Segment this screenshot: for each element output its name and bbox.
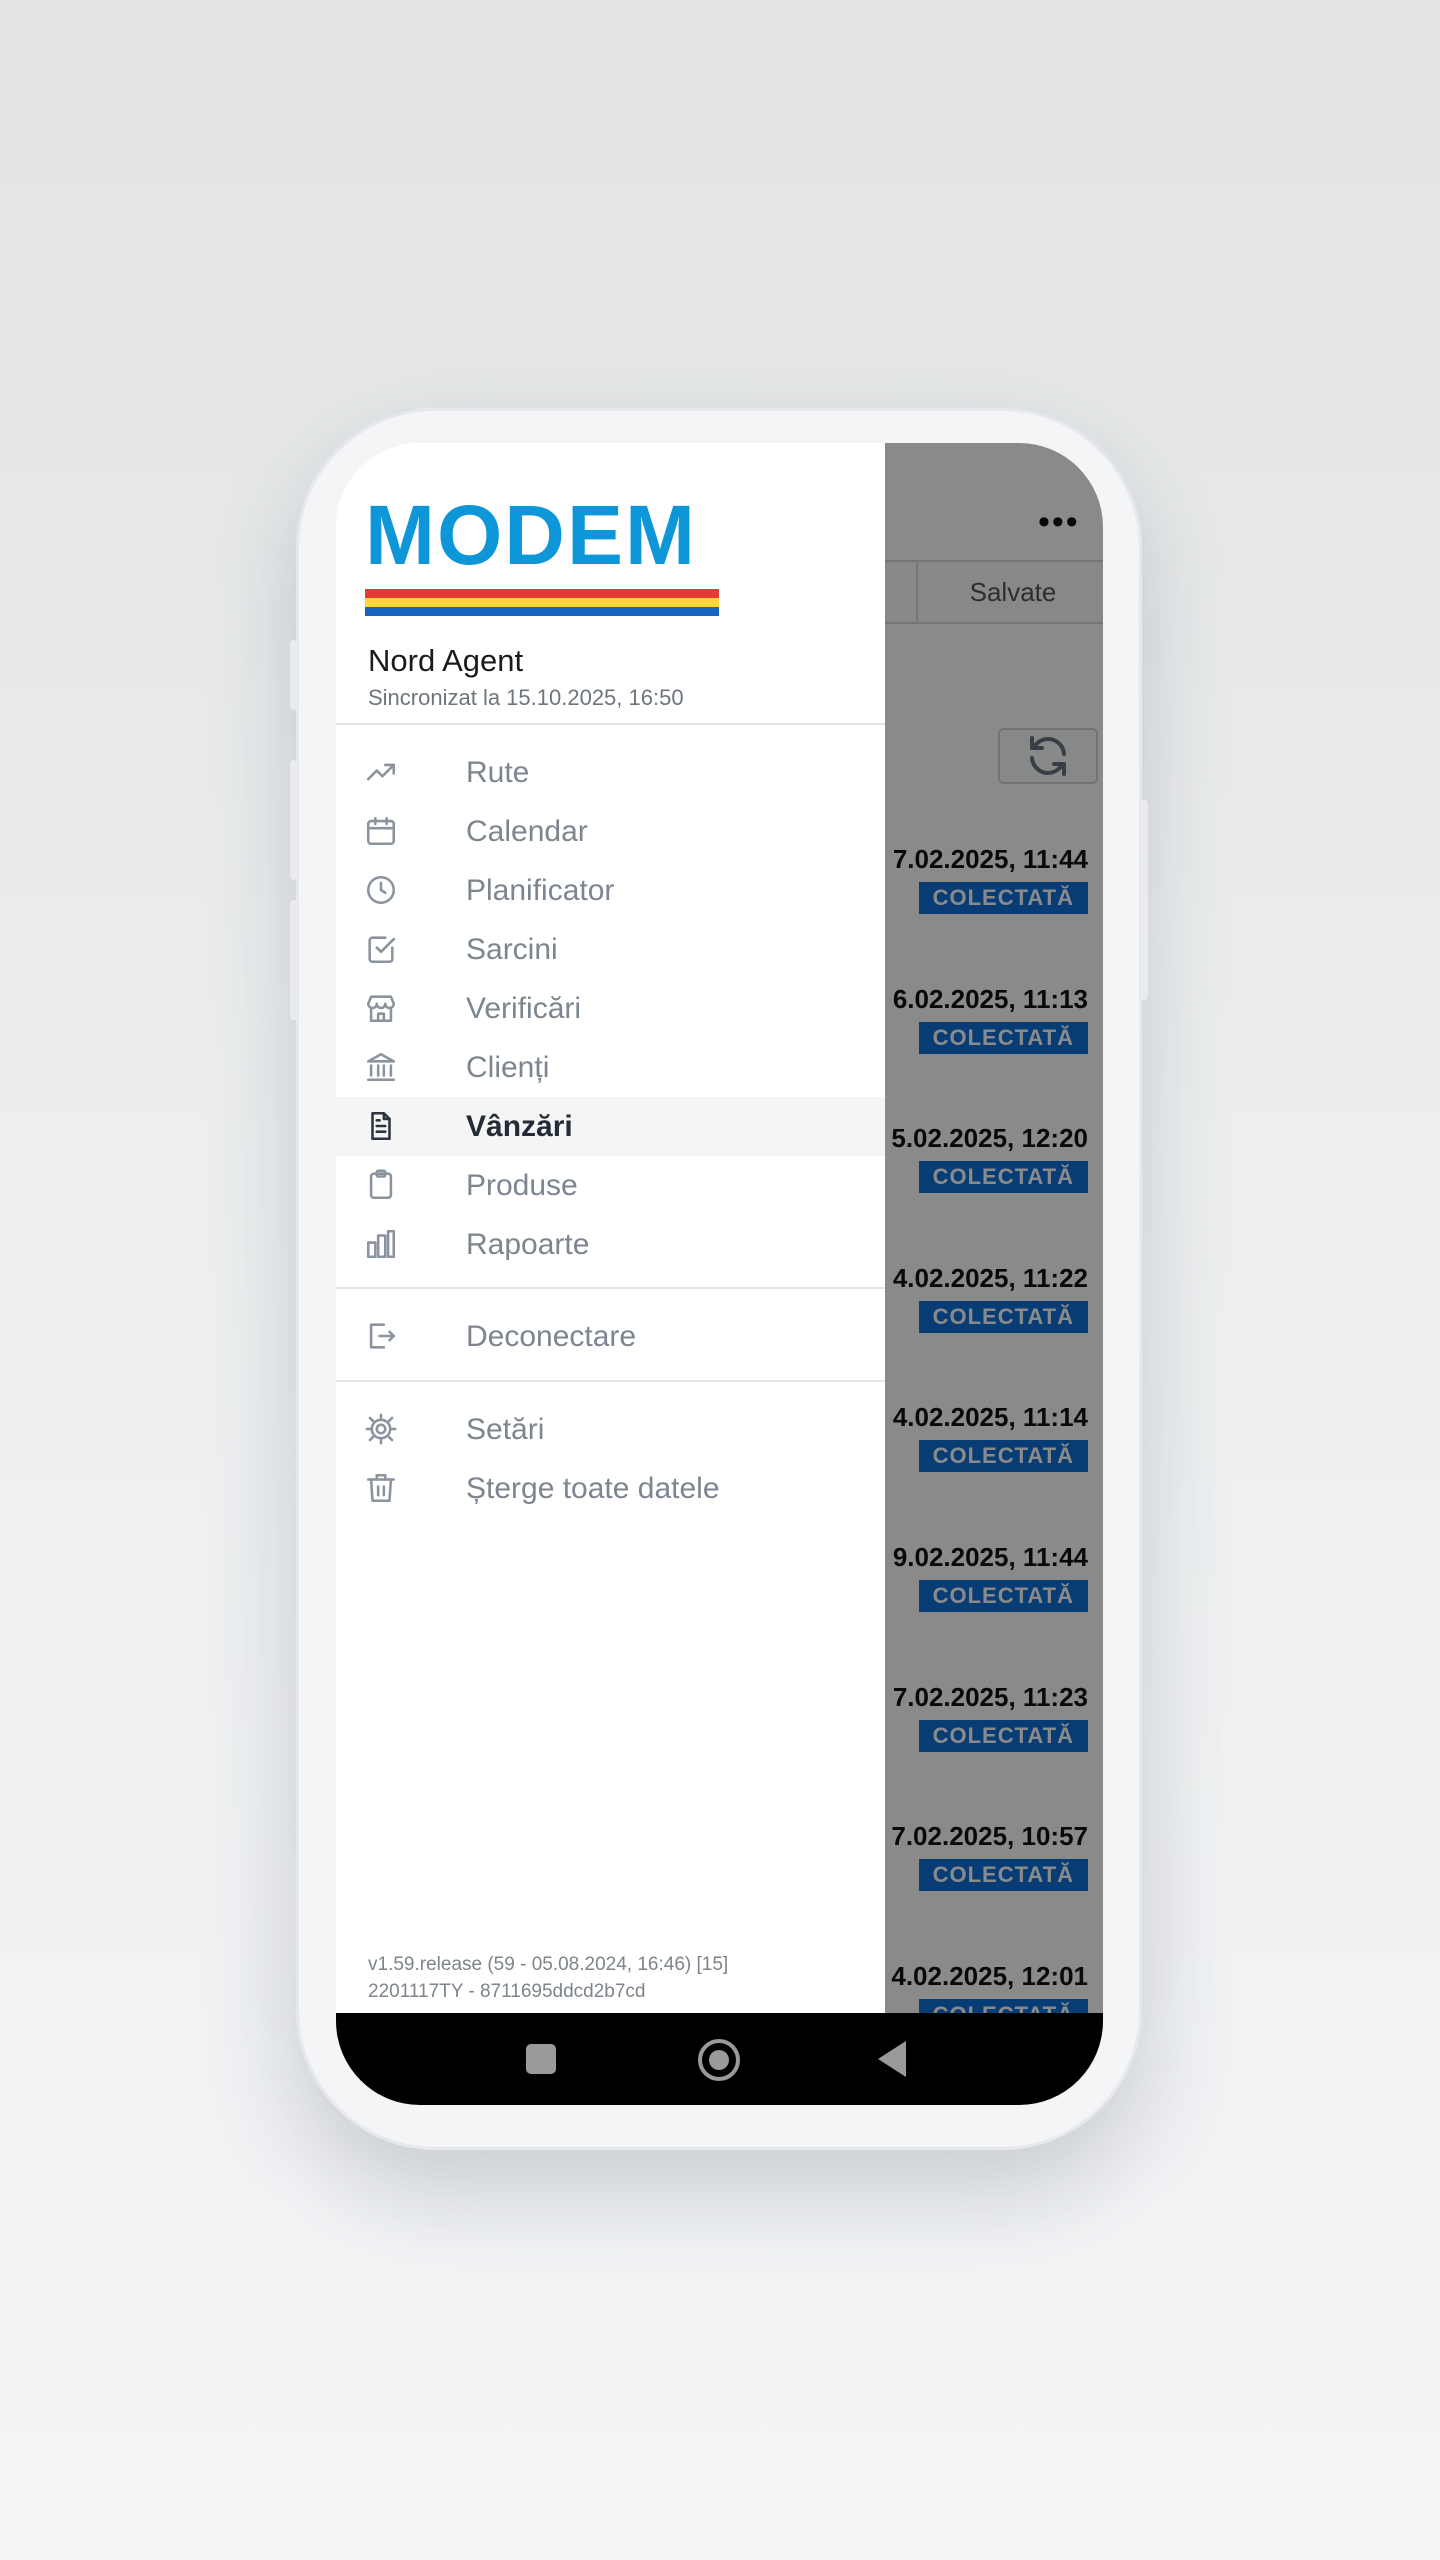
menu-label: Deconectare <box>466 1319 637 1353</box>
menu-label: Rute <box>466 755 530 789</box>
menu-label: Sarcini <box>466 932 558 966</box>
menu-item-setari[interactable]: Setări <box>336 1400 885 1459</box>
phone-screen: ••• Salvate 7.02.2025, 11:44 COLECTATĂ 6.0… <box>336 443 1103 2105</box>
clock-icon <box>366 875 396 905</box>
document-icon <box>371 1111 391 1141</box>
menu-item-produse[interactable]: Produse <box>336 1156 885 1215</box>
user-name: Nord Agent <box>368 643 524 678</box>
drawer-scrim[interactable] <box>885 443 1103 2013</box>
version-info: v1.59.release (59 - 05.08.2024, 16:46) [… <box>368 1951 728 2005</box>
menu-item-calendar[interactable]: Calendar <box>336 802 885 861</box>
menu-label: Setări <box>466 1412 545 1446</box>
clipboard-icon <box>369 1169 393 1200</box>
android-nav-bar <box>336 2013 1103 2105</box>
menu-label: Vânzări <box>466 1109 573 1143</box>
menu-item-sterge-toate-datele[interactable]: Șterge toate datele <box>336 1459 885 1518</box>
phone-side-button <box>290 900 298 1020</box>
menu-label: Produse <box>466 1168 578 1202</box>
phone-side-button <box>290 760 298 880</box>
divider <box>336 723 885 725</box>
logout-icon <box>369 1323 396 1349</box>
calendar-icon <box>366 816 396 846</box>
menu-label: Planificator <box>466 873 615 907</box>
menu-item-rute[interactable]: Rute <box>336 743 885 802</box>
sync-status: Sincronizat la 15.10.2025, 16:50 <box>368 685 684 710</box>
logo-text: MODEM <box>365 488 697 582</box>
menu-label: Verificări <box>466 991 582 1025</box>
back-button[interactable] <box>878 2041 906 2077</box>
version-line: v1.59.release (59 - 05.08.2024, 16:46) [… <box>368 1954 729 1975</box>
menu-item-sarcini[interactable]: Sarcini <box>336 920 885 979</box>
menu-label: Calendar <box>466 814 588 848</box>
store-icon <box>366 995 396 1023</box>
menu-label: Clienți <box>466 1050 550 1084</box>
menu-label: Rapoarte <box>466 1227 590 1261</box>
flag-stripes <box>365 589 719 616</box>
menu-item-deconectare[interactable]: Deconectare <box>336 1307 885 1366</box>
menu-item-rapoarte[interactable]: Rapoarte <box>336 1215 885 1274</box>
gear-icon <box>365 1413 397 1445</box>
phone-side-button <box>290 640 298 710</box>
checkbox-icon <box>368 936 396 964</box>
menu-item-planificator[interactable]: Planificator <box>336 861 885 920</box>
trash-icon <box>366 1473 396 1503</box>
home-button[interactable] <box>698 2039 740 2081</box>
home-dot <box>709 2050 729 2070</box>
recent-apps-button[interactable] <box>526 2044 556 2074</box>
phone-side-button <box>1140 800 1148 1000</box>
menu-item-vanzari[interactable]: Vânzări <box>336 1097 885 1156</box>
bank-icon <box>366 1052 396 1082</box>
trending-up-icon <box>366 763 396 781</box>
divider <box>336 1380 885 1382</box>
divider <box>336 1287 885 1289</box>
menu-item-verificari[interactable]: Verificări <box>336 979 885 1038</box>
navigation-drawer: MODEM Nord Agent Sincronizat la 15.10.20… <box>336 443 885 2013</box>
device-line: 2201117TY - 8711695ddcd2b7cd <box>368 1981 646 2002</box>
menu-item-clienti[interactable]: Clienți <box>336 1038 885 1097</box>
menu-label: Șterge toate datele <box>466 1471 720 1505</box>
modem-logo: MODEM <box>365 493 719 616</box>
bar-chart-icon <box>366 1229 396 1259</box>
